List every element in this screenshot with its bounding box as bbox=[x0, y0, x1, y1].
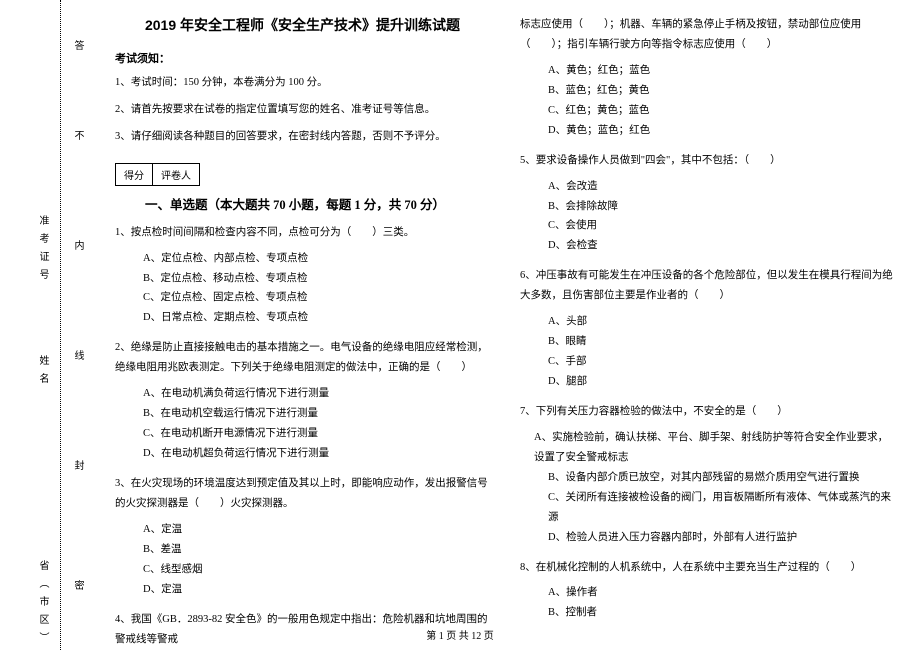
seal-char-4: 内 bbox=[70, 240, 85, 250]
q1-option-c: C、定位点检、固定点检、专项点检 bbox=[143, 288, 490, 308]
score-row: 得分 评卷人 一、单选题（本大题共 70 小题，每题 1 分，共 70 分） bbox=[115, 155, 490, 213]
q7-option-a: A、实施检验前，确认扶梯、平台、脚手架、射线防护等符合安全作业要求，设置了安全警… bbox=[534, 428, 895, 468]
question-3: 3、在火灾现场的环境温度达到预定值及其以上时，即能响应动作，发出报警信号的火灾探… bbox=[115, 474, 490, 514]
exam-title: 2019 年安全工程师《安全生产技术》提升训练试题 bbox=[115, 15, 490, 35]
q1-option-b: B、定位点检、移动点检、专项点检 bbox=[143, 269, 490, 289]
q6-option-b: B、眼睛 bbox=[548, 332, 895, 352]
seal-char-6: 答 bbox=[70, 40, 85, 50]
q2-option-b: B、在电动机空载运行情况下进行测量 bbox=[143, 404, 490, 424]
q5-option-d: D、会检查 bbox=[548, 236, 895, 256]
q7-option-c: C、关闭所有连接被检设备的阀门，用盲板隔断所有液体、气体或蒸汽的来源 bbox=[548, 488, 895, 528]
q5-option-a: A、会改造 bbox=[548, 177, 895, 197]
q2-option-a: A、在电动机满负荷运行情况下进行测量 bbox=[143, 384, 490, 404]
right-column: 标志应使用（ ）；机器、车辆的紧急停止手柄及按钮，禁动部位应使用（ ）；指引车辆… bbox=[505, 15, 910, 620]
q3-option-a: A、定温 bbox=[143, 520, 490, 540]
seal-char-2: 封 bbox=[70, 460, 85, 470]
question-8: 8、在机械化控制的人机系统中，人在系统中主要充当生产过程的（ ） bbox=[520, 558, 895, 578]
q5-option-b: B、会排除故障 bbox=[548, 197, 895, 217]
q1-option-d: D、日常点检、定期点检、专项点检 bbox=[143, 308, 490, 328]
q4-option-b: B、蓝色；红色；黄色 bbox=[548, 81, 895, 101]
q4-option-c: C、红色；黄色；蓝色 bbox=[548, 101, 895, 121]
q8-option-a: A、操作者 bbox=[548, 583, 895, 603]
q1-option-a: A、定位点检、内部点检、专项点检 bbox=[143, 249, 490, 269]
q3-option-d: D、定温 bbox=[143, 580, 490, 600]
q8-option-b: B、控制者 bbox=[548, 603, 895, 623]
q7-option-d: D、检验人员进入压力容器内部时，外部有人进行监护 bbox=[548, 528, 895, 548]
q6-option-c: C、手部 bbox=[548, 352, 895, 372]
instruction-1: 1、考试时间：150 分钟，本卷满分为 100 分。 bbox=[115, 74, 490, 93]
seal-dotted-line bbox=[60, 0, 61, 650]
page-footer: 第 1 页 共 12 页 bbox=[0, 627, 920, 642]
q6-option-a: A、头部 bbox=[548, 312, 895, 332]
seal-char-5: 不 bbox=[70, 130, 85, 140]
content-area: 2019 年安全工程师《安全生产技术》提升训练试题 考试须知： 1、考试时间：1… bbox=[95, 0, 920, 650]
question-6: 6、冲压事故有可能发生在冲压设备的各个危险部位，但以发生在模具行程间为绝大多数，… bbox=[520, 266, 895, 306]
q4-option-d: D、黄色；蓝色；红色 bbox=[548, 121, 895, 141]
q3-option-c: C、线型感烟 bbox=[143, 560, 490, 580]
score-cell-reviewer: 评卷人 bbox=[153, 164, 199, 185]
q4-option-a: A、黄色；红色；蓝色 bbox=[548, 61, 895, 81]
binding-field-name: 姓名 bbox=[35, 355, 50, 391]
section-1-title: 一、单选题（本大题共 70 小题，每题 1 分，共 70 分） bbox=[145, 194, 445, 213]
instruction-2: 2、请首先按要求在试卷的指定位置填写您的姓名、准考证号等信息。 bbox=[115, 101, 490, 120]
binding-field-examno: 准考证号 bbox=[35, 215, 50, 287]
left-column: 2019 年安全工程师《安全生产技术》提升训练试题 考试须知： 1、考试时间：1… bbox=[100, 15, 505, 620]
q3-option-b: B、差温 bbox=[143, 540, 490, 560]
score-cell-score: 得分 bbox=[116, 164, 153, 185]
question-1: 1、按点检时间间隔和检查内容不同，点检可分为（ ）三类。 bbox=[115, 223, 490, 243]
seal-char-3: 线 bbox=[70, 350, 85, 360]
q6-option-d: D、腿部 bbox=[548, 372, 895, 392]
q2-option-c: C、在电动机断开电源情况下进行测量 bbox=[143, 424, 490, 444]
q7-option-b: B、设备内部介质已放空，对其内部残留的易燃介质用空气进行置换 bbox=[548, 468, 895, 488]
q5-option-c: C、会使用 bbox=[548, 216, 895, 236]
q2-option-d: D、在电动机超负荷运行情况下进行测量 bbox=[143, 444, 490, 464]
question-7: 7、下列有关压力容器检验的做法中，不安全的是（ ） bbox=[520, 402, 895, 422]
question-2: 2、绝缘是防止直接接触电击的基本措施之一。电气设备的绝缘电阻应经常检测，绝缘电阻… bbox=[115, 338, 490, 378]
binding-margin: 省（市区） 姓名 准考证号 密 封 线 内 不 答 bbox=[0, 0, 95, 650]
seal-char-1: 密 bbox=[70, 580, 85, 590]
notice-label: 考试须知： bbox=[115, 50, 490, 66]
question-4-part2: 标志应使用（ ）；机器、车辆的紧急停止手柄及按钮，禁动部位应使用（ ）；指引车辆… bbox=[520, 15, 895, 55]
question-5: 5、要求设备操作人员做到"四会"，其中不包括：（ ） bbox=[520, 151, 895, 171]
instruction-3: 3、请仔细阅读各种题目的回答要求，在密封线内答题，否则不予评分。 bbox=[115, 128, 490, 147]
score-box: 得分 评卷人 bbox=[115, 163, 200, 186]
